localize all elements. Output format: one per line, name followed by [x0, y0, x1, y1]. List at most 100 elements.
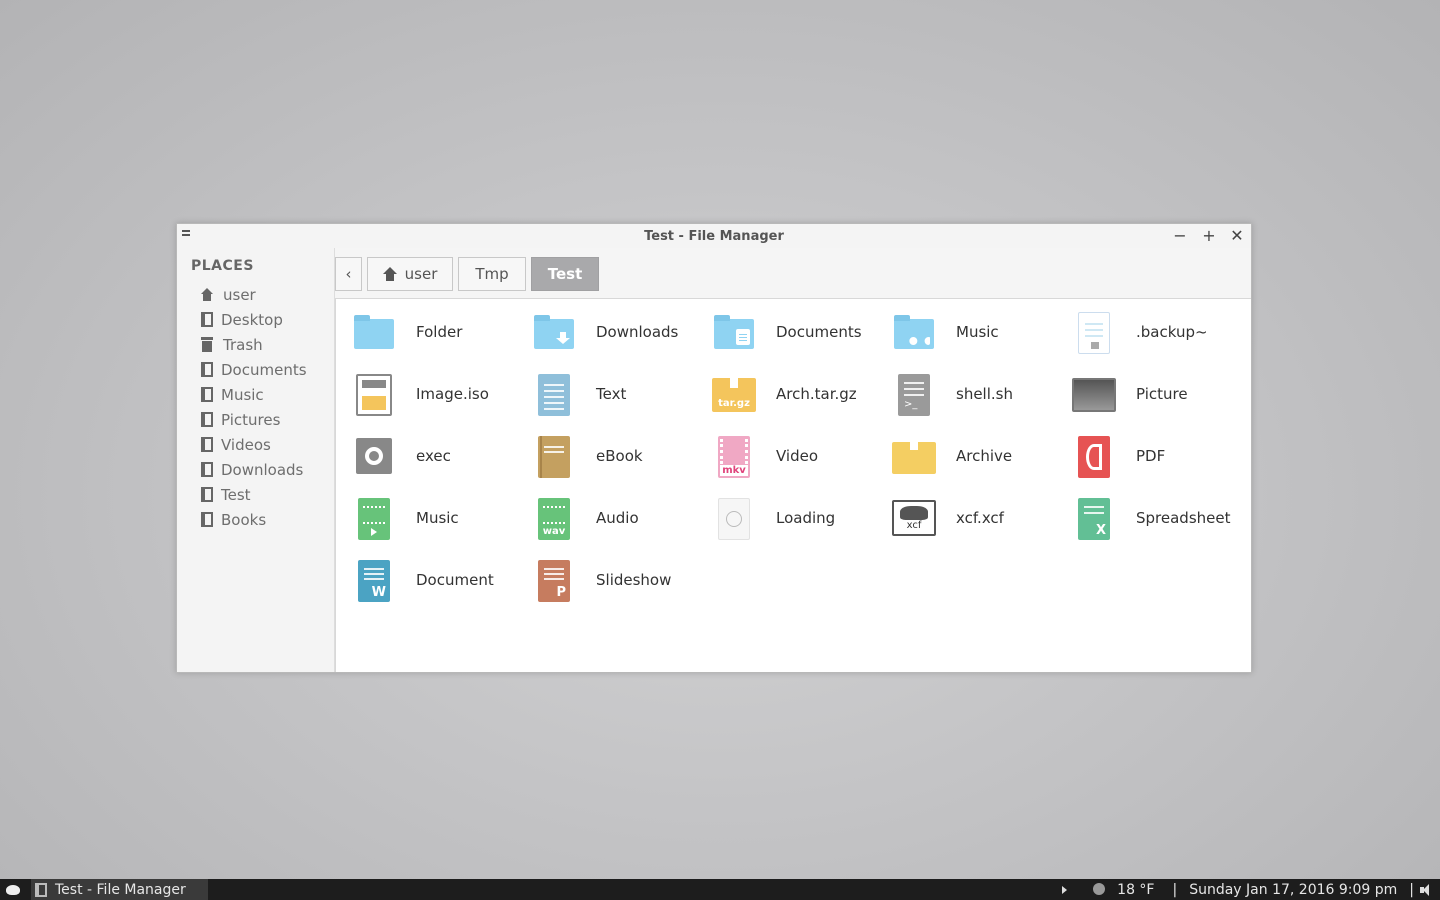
file-item[interactable]: >_ shell.sh	[892, 369, 1072, 419]
file-item[interactable]: exec	[352, 431, 532, 481]
sidebar-item-books[interactable]: Books	[199, 507, 307, 532]
file-item[interactable]: P Slideshow	[532, 555, 712, 605]
volume-icon[interactable]	[1420, 883, 1434, 896]
sidebar-item-videos[interactable]: Videos	[199, 432, 307, 457]
file-label: Audio	[596, 509, 639, 527]
file-item[interactable]: Picture	[1072, 369, 1252, 419]
file-item[interactable]: eBook	[532, 431, 712, 481]
crumb-test[interactable]: Test	[531, 257, 599, 291]
sidebar-item-documents[interactable]: Documents	[199, 357, 307, 382]
start-menu-icon[interactable]	[3, 881, 23, 898]
places-heading: PLACES	[191, 258, 254, 274]
spreadsheet-icon: X	[1072, 496, 1116, 540]
trash-icon	[199, 336, 215, 353]
sidebar-item-label: Books	[221, 510, 267, 529]
file-item[interactable]: tar.gz Arch.tar.gz	[712, 369, 892, 419]
crumb-label: user	[404, 265, 438, 283]
sidebar-item-pictures[interactable]: Pictures	[199, 407, 307, 432]
taskbar: Test - File Manager 18 °F | Sunday Jan 1…	[0, 879, 1440, 900]
file-item[interactable]: Archive	[892, 431, 1072, 481]
sidebar-item-user[interactable]: user	[199, 282, 307, 307]
loading-icon	[712, 496, 756, 540]
file-label: exec	[416, 447, 451, 465]
folder-bookmark-icon	[201, 412, 213, 427]
file-label: Document	[416, 571, 494, 589]
picture-file-icon	[1072, 372, 1116, 416]
file-view[interactable]: Folder Downloads Documents Music .backup~ Ima…	[335, 298, 1251, 672]
file-item[interactable]: .backup~	[1072, 307, 1252, 357]
file-label: Music	[956, 323, 999, 341]
file-item[interactable]: Text	[532, 369, 712, 419]
file-label: Archive	[956, 447, 1013, 465]
gimp-xcf-icon: xcf	[892, 496, 936, 540]
maximize-button[interactable]: +	[1199, 226, 1219, 246]
file-item[interactable]: Downloads	[532, 307, 712, 357]
file-item[interactable]: PDF	[1072, 431, 1252, 481]
documents-folder-icon	[712, 310, 756, 354]
sidebar-item-label: Pictures	[221, 410, 281, 429]
file-item[interactable]: xcf xcf.xcf	[892, 493, 1072, 543]
path-bar: ‹ user Tmp Test	[335, 248, 1251, 298]
sidebar-item-downloads[interactable]: Downloads	[199, 457, 307, 482]
clock[interactable]: Sunday Jan 17, 2016 9:09 pm	[1189, 882, 1397, 898]
file-label: Image.iso	[416, 385, 489, 403]
back-button[interactable]: ‹	[335, 257, 362, 291]
file-label: Slideshow	[596, 571, 672, 589]
sidebar-item-desktop[interactable]: Desktop	[199, 307, 307, 332]
system-tray: 18 °F | Sunday Jan 17, 2016 9:09 pm |	[1062, 879, 1440, 900]
crumb-tmp[interactable]: Tmp	[458, 257, 526, 291]
file-label: Loading	[776, 509, 836, 527]
file-item[interactable]: Music	[892, 307, 1072, 357]
file-label: Video	[776, 447, 819, 465]
pdf-file-icon	[1072, 434, 1116, 478]
sidebar-item-label: Test	[221, 485, 251, 504]
downloads-folder-icon	[532, 310, 576, 354]
sidebar-item-label: Trash	[223, 335, 263, 354]
ebook-icon	[532, 434, 576, 478]
file-label: Picture	[1136, 385, 1188, 403]
folder-bookmark-icon	[201, 437, 213, 452]
folder-bookmark-icon	[201, 512, 213, 527]
sidebar-item-label: Downloads	[221, 460, 304, 479]
tray-expand-icon[interactable]	[1062, 885, 1068, 894]
close-button[interactable]: ✕	[1227, 226, 1247, 246]
file-label: .backup~	[1136, 323, 1208, 341]
file-item[interactable]: W Document	[352, 555, 532, 605]
title-bar[interactable]: Test - File Manager − + ✕	[177, 224, 1251, 248]
file-manager-icon	[35, 882, 47, 897]
sidebar-item-test[interactable]: Test	[199, 482, 307, 507]
file-item[interactable]: wav Audio	[532, 493, 712, 543]
file-label: Text	[596, 385, 627, 403]
file-item[interactable]: X Spreadsheet	[1072, 493, 1252, 543]
file-item[interactable]: Music	[352, 493, 532, 543]
folder-icon	[352, 310, 396, 354]
file-item[interactable]: mkv Video	[712, 431, 892, 481]
music-folder-icon	[892, 310, 936, 354]
sidebar-item-label: Videos	[221, 435, 271, 454]
file-item[interactable]: Image.iso	[352, 369, 532, 419]
file-tag: tar.gz	[718, 398, 750, 409]
sidebar-item-music[interactable]: Music	[199, 382, 307, 407]
folder-bookmark-icon	[201, 387, 213, 402]
audio-file-icon: wav	[532, 496, 576, 540]
tray-separator: |	[1409, 881, 1414, 898]
file-label: Folder	[416, 323, 463, 341]
sidebar-item-trash[interactable]: Trash	[199, 332, 307, 357]
tray-separator: |	[1172, 881, 1178, 898]
shell-script-icon: >_	[892, 372, 936, 416]
file-label: shell.sh	[956, 385, 1013, 403]
home-icon	[382, 267, 397, 281]
folder-bookmark-icon	[201, 312, 213, 327]
weather-widget[interactable]: 18 °F	[1087, 882, 1160, 898]
file-item[interactable]: Loading	[712, 493, 892, 543]
crumb-user[interactable]: user	[367, 257, 453, 291]
backup-file-icon	[1072, 310, 1116, 354]
file-item[interactable]: Folder	[352, 307, 532, 357]
text-file-icon	[532, 372, 576, 416]
file-label: Music	[416, 509, 459, 527]
window-title: Test - File Manager	[644, 229, 784, 244]
file-item[interactable]: Documents	[712, 307, 892, 357]
taskbar-window-button[interactable]: Test - File Manager	[31, 879, 208, 900]
sidebar-item-label: Documents	[221, 360, 307, 379]
minimize-button[interactable]: −	[1170, 226, 1190, 246]
